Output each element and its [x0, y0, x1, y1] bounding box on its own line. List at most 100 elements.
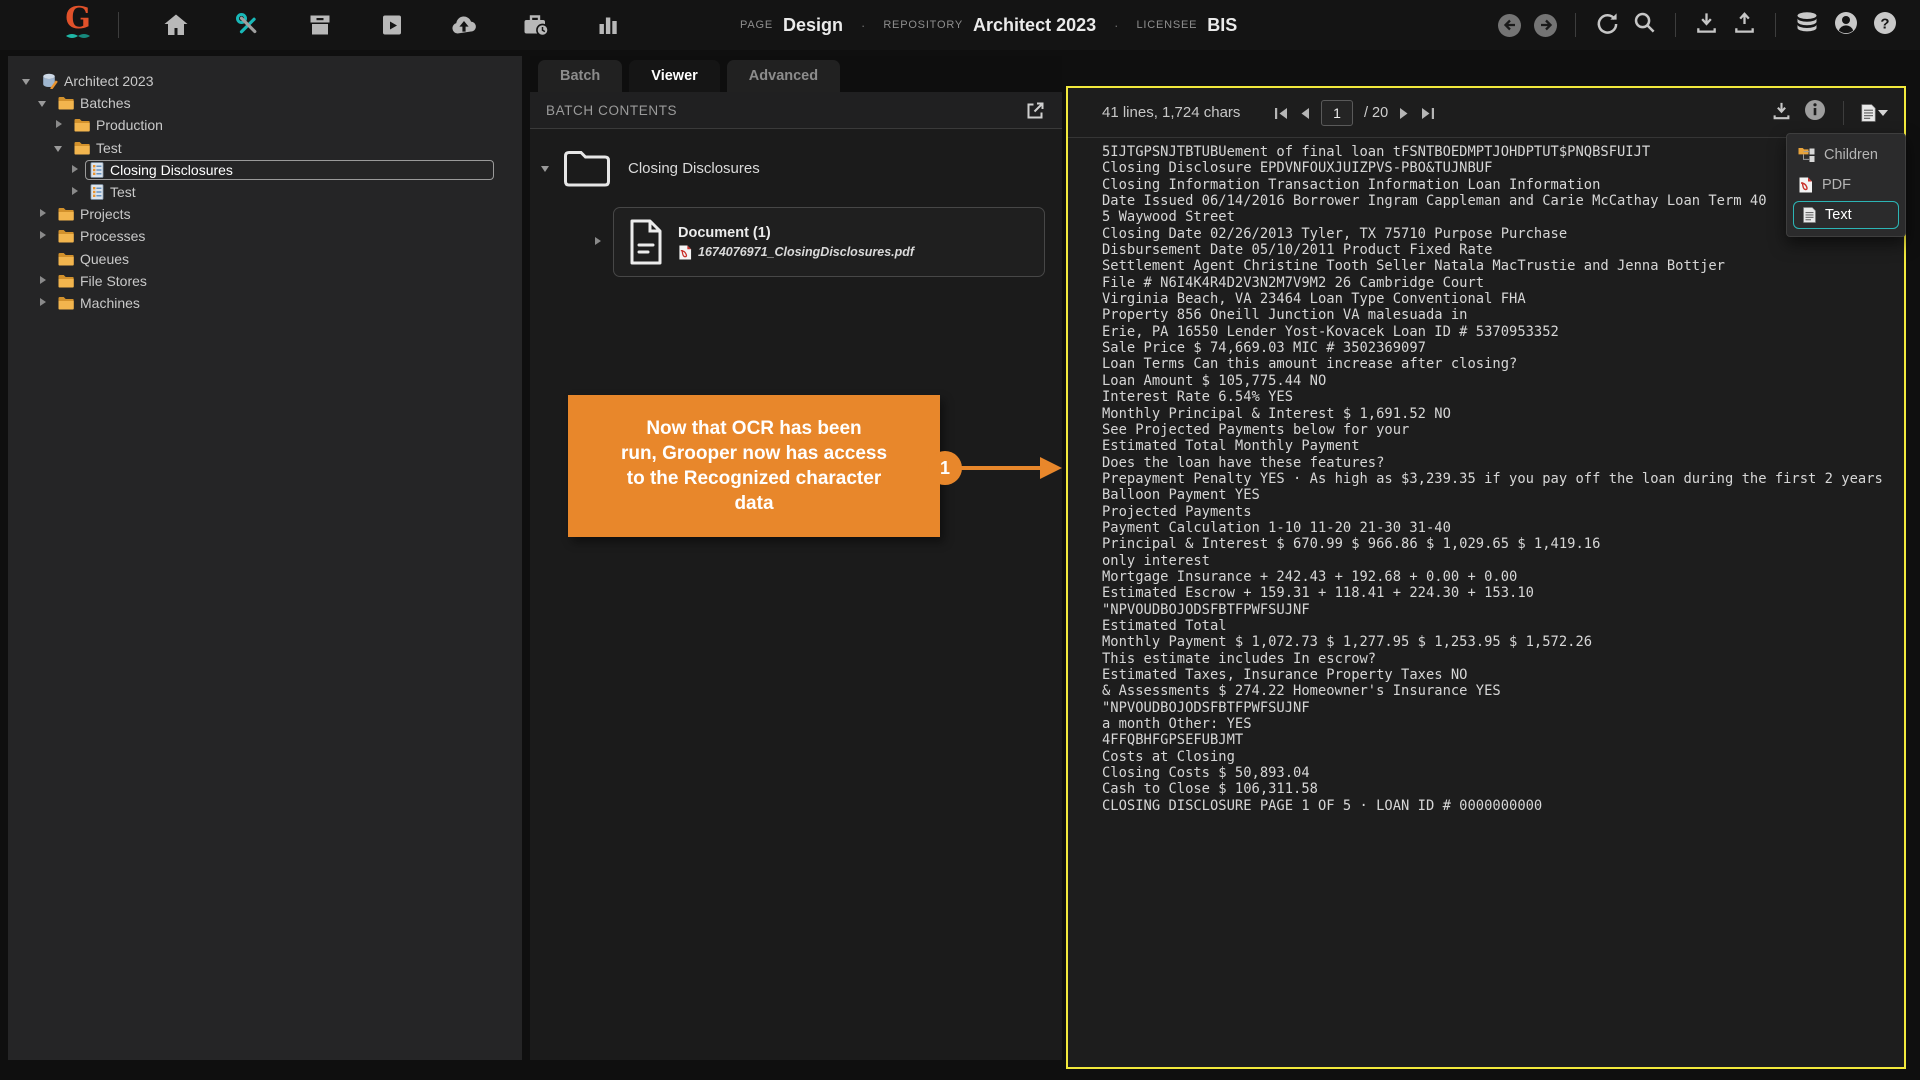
database-button[interactable] — [1794, 10, 1820, 41]
annotation-arrow-head — [1040, 457, 1062, 479]
tree-item-label: Test — [110, 184, 136, 201]
text-stats: 41 lines, 1,724 chars — [1102, 104, 1241, 121]
expander-closed-icon[interactable] — [53, 119, 65, 131]
tree-item-batches[interactable]: Batches — [8, 92, 522, 114]
tree-item-box[interactable]: Queues — [53, 249, 136, 269]
topbar-divider — [1575, 13, 1576, 37]
topbar-divider — [118, 12, 119, 38]
tree-item-label: Machines — [80, 294, 140, 311]
repository-label: REPOSITORY — [883, 19, 964, 31]
tree-item-test[interactable]: Test — [8, 137, 522, 159]
forward-button[interactable] — [1534, 13, 1557, 37]
tab-batch[interactable]: Batch — [538, 60, 623, 92]
tree-item-box[interactable]: Architect 2023 — [37, 71, 161, 91]
expander-closed-icon[interactable] — [37, 275, 49, 287]
expander-open-icon[interactable] — [540, 162, 552, 174]
page-number-input[interactable] — [1321, 100, 1353, 126]
tree-item-machines[interactable]: Machines — [8, 292, 522, 314]
tree-item-production[interactable]: Production — [8, 114, 522, 136]
document-card[interactable]: Document (1) 1674076971_ClosingDisclosur… — [613, 207, 1045, 277]
tree-selection-box[interactable]: Closing Disclosures — [85, 159, 494, 180]
info-button[interactable] — [1804, 99, 1826, 126]
home-icon[interactable] — [140, 0, 212, 50]
tree-item-box[interactable]: Production — [69, 115, 170, 135]
viewer-actions — [1771, 99, 1888, 126]
menu-item-pdf[interactable]: PDF — [1787, 170, 1905, 200]
breadcrumb-separator: · — [1114, 17, 1119, 33]
batch-process-icon[interactable] — [356, 0, 428, 50]
tree-item-closing-disclosures[interactable]: Closing Disclosures — [8, 159, 522, 181]
upload-button[interactable] — [1732, 10, 1757, 40]
tree-item-box[interactable]: Test — [85, 182, 143, 202]
folder-icon — [58, 230, 74, 243]
last-page-button[interactable] — [1421, 107, 1435, 120]
expander-closed-icon[interactable] — [69, 186, 81, 198]
expander-open-icon[interactable] — [37, 97, 49, 109]
tree-item-box[interactable]: Processes — [53, 226, 152, 246]
chevron-down-icon — [1878, 109, 1888, 116]
bar-chart-icon[interactable] — [572, 0, 644, 50]
expander-open-icon[interactable] — [21, 75, 33, 87]
document-icon — [630, 219, 662, 265]
popout-icon[interactable] — [1025, 100, 1046, 121]
tree-item-file-stores[interactable]: File Stores — [8, 270, 522, 292]
tree-item-projects[interactable]: Projects — [8, 203, 522, 225]
panel-tabs: Batch Viewer Advanced — [530, 56, 1062, 92]
briefcase-clock-icon[interactable] — [500, 0, 572, 50]
previous-page-button[interactable] — [1299, 107, 1310, 120]
account-button[interactable] — [1833, 10, 1859, 41]
batch-folder-row[interactable]: Closing Disclosures — [540, 140, 760, 196]
help-button[interactable]: ? — [1872, 10, 1898, 41]
callout-text: Now that OCR has been run, Grooper now h… — [620, 417, 888, 515]
next-page-button[interactable] — [1399, 107, 1410, 120]
ocr-text[interactable]: 5IJTGPSNJTBTUBUement of final loan tFSNT… — [1102, 144, 1896, 1059]
menu-item-children[interactable]: Children — [1787, 140, 1905, 170]
text-viewer-panel: 41 lines, 1,724 chars / 20 5IJTGPSNJTBTU… — [1066, 86, 1906, 1069]
expander-open-icon[interactable] — [53, 142, 65, 154]
expander-closed-icon[interactable] — [37, 230, 49, 242]
tab-viewer[interactable]: Viewer — [629, 60, 720, 92]
search-button[interactable] — [1632, 10, 1657, 40]
expander-closed-icon[interactable] — [37, 208, 49, 220]
tree-item-box[interactable]: Machines — [53, 293, 147, 313]
tree-item-queues[interactable]: Queues — [8, 248, 522, 270]
tree-item-box[interactable]: Batches — [53, 93, 138, 113]
download-button[interactable] — [1694, 10, 1719, 40]
tab-advanced[interactable]: Advanced — [726, 60, 841, 92]
repository-value: Architect 2023 — [973, 14, 1097, 35]
format-menu: Children PDF Text — [1786, 133, 1906, 237]
display-format-button[interactable] — [1861, 103, 1888, 122]
tree-item-box[interactable]: Test — [69, 138, 129, 158]
licensee-label: LICENSEE — [1136, 19, 1198, 31]
pdf-icon — [1799, 177, 1812, 193]
archive-box-icon[interactable] — [284, 0, 356, 50]
cloud-upload-icon[interactable] — [428, 0, 500, 50]
tree-item-test[interactable]: Test — [8, 181, 522, 203]
annotation-arrow — [958, 466, 1040, 470]
back-button[interactable] — [1498, 13, 1521, 37]
tree-item-processes[interactable]: Processes — [8, 225, 522, 247]
folder-icon — [58, 296, 74, 310]
first-page-button[interactable] — [1274, 107, 1288, 120]
expander-closed-icon[interactable] — [592, 236, 604, 248]
menu-item-text[interactable]: Text — [1793, 201, 1899, 229]
tree-item-label: Production — [96, 117, 163, 134]
download-text-button[interactable] — [1771, 100, 1792, 126]
tree-item-label: Processes — [80, 228, 146, 245]
expander-closed-icon[interactable] — [37, 297, 49, 309]
grooper-logo-letter: G — [65, 1, 91, 36]
tree-item-box[interactable]: File Stores — [53, 271, 154, 291]
page-navigation: / 20 — [1274, 88, 1435, 138]
viewer-actions-divider — [1843, 100, 1844, 125]
pdf-icon — [679, 245, 692, 259]
tree-item-label: Closing Disclosures — [110, 161, 233, 178]
tools-icon[interactable] — [212, 0, 284, 50]
tree-item-architect-2023[interactable]: Architect 2023 — [8, 70, 522, 92]
breadcrumb: PAGE Design · REPOSITORY Architect 2023 … — [740, 0, 1237, 50]
expander-closed-icon[interactable] — [69, 164, 81, 176]
grooper-logo[interactable]: G — [55, 2, 101, 48]
menu-item-label: Children — [1824, 147, 1878, 163]
refresh-button[interactable] — [1594, 10, 1619, 40]
batch-folder-label: Closing Disclosures — [628, 159, 760, 177]
tree-item-box[interactable]: Projects — [53, 204, 138, 224]
